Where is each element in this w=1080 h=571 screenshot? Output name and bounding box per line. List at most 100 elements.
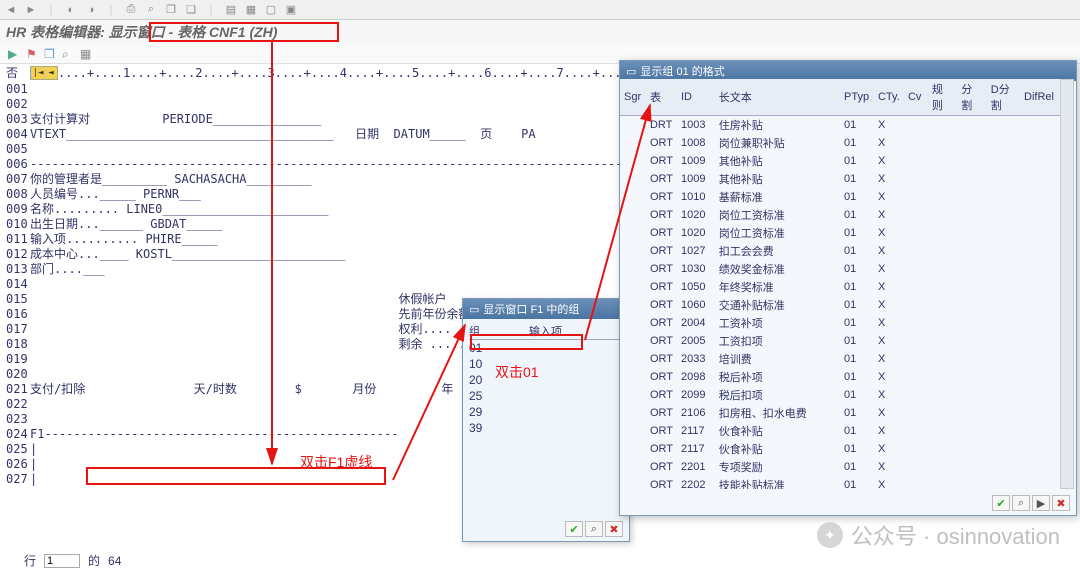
table-header[interactable]: 分割: [957, 79, 986, 116]
table-cell: X: [874, 386, 904, 404]
table-cell: 基薪标准: [715, 188, 840, 206]
table-row[interactable]: ORT2106扣房租、扣水电费01X: [620, 404, 1060, 422]
print-icon[interactable]: ⎙: [124, 3, 138, 17]
table-header[interactable]: D分割: [987, 79, 1020, 116]
group-item[interactable]: 01: [469, 340, 623, 356]
table-row[interactable]: DRT1003住房补贴01X: [620, 116, 1060, 135]
vertical-scrollbar[interactable]: [1060, 79, 1074, 489]
table-cell: 01: [840, 188, 874, 206]
ruler-nav[interactable]: |◄ ◄: [30, 66, 58, 80]
table-cell: [957, 206, 986, 224]
table-row[interactable]: ORT2099税后扣项01X: [620, 386, 1060, 404]
table-row[interactable]: ORT2201专项奖励01X: [620, 458, 1060, 476]
table-cell: 01: [840, 224, 874, 242]
line-text: 剩余 .....: [30, 335, 466, 352]
close-icon[interactable]: ✖: [1052, 495, 1070, 511]
table-cell: [1020, 242, 1060, 260]
table-row[interactable]: ORT2098税后补项01X: [620, 368, 1060, 386]
table-cell: [1020, 314, 1060, 332]
table-header[interactable]: 长文本: [715, 79, 840, 116]
win2-icon[interactable]: ▣: [284, 3, 298, 17]
table-row[interactable]: ORT1050年终奖标准01X: [620, 278, 1060, 296]
globe2-icon[interactable]: ◑: [84, 3, 98, 17]
table-cell: [904, 422, 928, 440]
toolbar-back-icon[interactable]: ◄: [4, 3, 18, 17]
status-row-input[interactable]: [44, 554, 80, 568]
table-row[interactable]: ORT1020岗位工资标准01X: [620, 224, 1060, 242]
separator: |: [44, 3, 58, 17]
ok-icon[interactable]: ✔: [992, 495, 1010, 511]
grid-icon[interactable]: ▦: [80, 47, 94, 61]
table-cell: [620, 404, 646, 422]
table-cell: 2099: [677, 386, 715, 404]
table-cell: [928, 278, 957, 296]
table-row[interactable]: ORT1008岗位兼职补贴01X: [620, 134, 1060, 152]
layout2-icon[interactable]: ▦: [244, 3, 258, 17]
group-item[interactable]: 10: [469, 356, 623, 372]
doc-icon[interactable]: ❐: [164, 3, 178, 17]
search-icon[interactable]: ⌕: [585, 521, 603, 537]
table-row[interactable]: ORT2004工资补项01X: [620, 314, 1060, 332]
table-cell: 2202: [677, 476, 715, 489]
toolbar-forward-icon[interactable]: ►: [24, 3, 38, 17]
table-row[interactable]: ORT1020岗位工资标准01X: [620, 206, 1060, 224]
group-item[interactable]: 29: [469, 404, 623, 420]
table-row[interactable]: ORT1009其他补贴01X: [620, 170, 1060, 188]
table-header[interactable]: Sgr: [620, 79, 646, 116]
search-icon[interactable]: ⌕: [62, 47, 76, 61]
table-header[interactable]: CTy.: [874, 79, 904, 116]
table-cell: 工资扣项: [715, 332, 840, 350]
group-item[interactable]: 20: [469, 372, 623, 388]
table-row[interactable]: ORT2202技能补贴标准01X: [620, 476, 1060, 489]
table-row[interactable]: ORT1027扣工会会费01X: [620, 242, 1060, 260]
table-header[interactable]: Cv: [904, 79, 928, 116]
table-cell: [987, 314, 1020, 332]
table-header[interactable]: 表: [646, 79, 677, 116]
popup-groups-title: ▭ 显示窗口 F1 中的组: [463, 299, 629, 319]
ruler-first-icon[interactable]: |◄: [31, 67, 44, 79]
table-row[interactable]: ORT2005工资扣项01X: [620, 332, 1060, 350]
table-row[interactable]: ORT2117伙食补贴01X: [620, 422, 1060, 440]
table-cell: [957, 368, 986, 386]
format-table[interactable]: Sgr表ID长文本PTypCTy.Cv规则分割D分割DifRel DRT1003…: [620, 79, 1060, 489]
flag-icon[interactable]: ⚑: [26, 47, 40, 61]
close-icon[interactable]: ✖: [605, 521, 623, 537]
table-header[interactable]: PTyp: [840, 79, 874, 116]
group-item[interactable]: 25: [469, 388, 623, 404]
table-row[interactable]: ORT1030绩效奖金标准01X: [620, 260, 1060, 278]
table-cell: 01: [840, 350, 874, 368]
table-header[interactable]: DifRel: [1020, 79, 1060, 116]
next-icon[interactable]: ▶: [1032, 495, 1050, 511]
find-icon[interactable]: ⌕: [144, 3, 158, 17]
table-row[interactable]: ORT2117伙食补贴01X: [620, 440, 1060, 458]
line-text: |: [30, 472, 37, 486]
table-cell: [928, 404, 957, 422]
table-row[interactable]: ORT2033培训费01X: [620, 350, 1060, 368]
ok-icon[interactable]: ✔: [565, 521, 583, 537]
table-cell: [987, 170, 1020, 188]
table-cell: 绩效奖金标准: [715, 260, 840, 278]
table-cell: [1020, 404, 1060, 422]
group-item[interactable]: 39: [469, 420, 623, 436]
table-cell: [957, 278, 986, 296]
table-cell: [1020, 188, 1060, 206]
search-icon[interactable]: ⌕: [1012, 495, 1030, 511]
globe-icon[interactable]: ◐: [64, 3, 78, 17]
table-row[interactable]: ORT1060交通补贴标准01X: [620, 296, 1060, 314]
table-cell: [928, 350, 957, 368]
table-cell: [1020, 476, 1060, 489]
table-header[interactable]: ID: [677, 79, 715, 116]
win-icon[interactable]: ▢: [264, 3, 278, 17]
table-row[interactable]: ORT1010基薪标准01X: [620, 188, 1060, 206]
layout-icon[interactable]: ▤: [224, 3, 238, 17]
separator: |: [204, 3, 218, 17]
table-header[interactable]: 规则: [928, 79, 957, 116]
run-icon[interactable]: ▶: [8, 47, 22, 61]
line-number: 011: [0, 232, 30, 246]
table-cell: 01: [840, 152, 874, 170]
table-cell: [987, 404, 1020, 422]
page-icon[interactable]: ❐: [44, 47, 58, 61]
ruler-prev-icon[interactable]: ◄: [44, 67, 57, 79]
doc2-icon[interactable]: ❏: [184, 3, 198, 17]
table-row[interactable]: ORT1009其他补贴01X: [620, 152, 1060, 170]
